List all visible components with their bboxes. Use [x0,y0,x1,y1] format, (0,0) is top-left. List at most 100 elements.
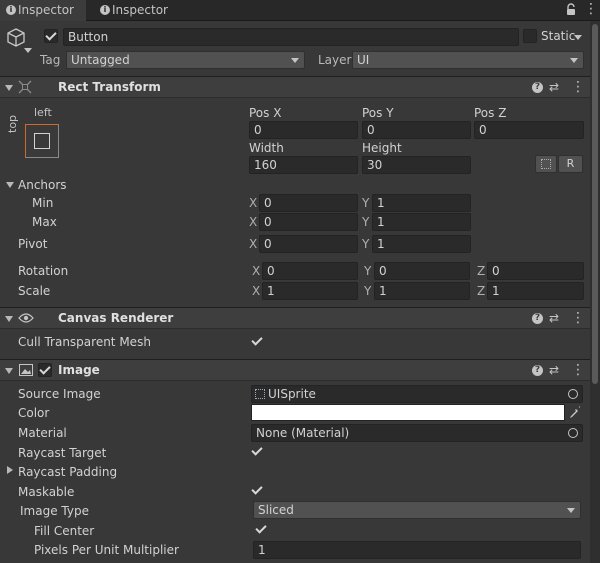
anchor-min-y-field[interactable]: 1 [372,194,471,212]
image-type-dropdown[interactable]: Sliced [253,501,581,519]
fill-center-label: Fill Center [34,524,95,538]
layer-dropdown[interactable]: UI [352,51,584,69]
tab-menu-icon[interactable]: ⋮ [584,0,598,19]
icon-dropdown-arrow[interactable] [24,48,32,53]
help-icon[interactable]: ? [532,82,543,93]
color-swatch[interactable] [251,404,565,421]
foldout-arrow-icon[interactable] [5,368,13,374]
scrollbar-thumb[interactable] [592,24,598,384]
rotation-z-field[interactable]: 0 [487,262,584,280]
blueprint-mode-button[interactable] [535,155,557,173]
component-menu-icon[interactable]: ⋮ [571,308,585,328]
presets-icon[interactable]: ⇄ [549,308,559,328]
maskable-checkbox[interactable] [250,483,264,497]
blueprint-icon [541,159,551,169]
component-menu-icon[interactable]: ⋮ [571,77,585,97]
object-picker-icon[interactable] [568,389,578,399]
pos-x-field[interactable]: 0 [249,121,358,139]
scale-x-field[interactable]: 1 [262,282,358,300]
tab-inspector-2[interactable]: i Inspector [94,0,184,21]
image-header[interactable]: Image ? ⇄ ⋮ [0,359,600,381]
anchor-min-x-axis: X [249,196,258,210]
tab-label: Inspector [18,3,74,17]
material-field[interactable]: None (Material) [251,424,583,442]
pos-x-label: Pos X [249,106,282,120]
scale-z-axis: Z [477,284,486,298]
pos-z-label: Pos Z [474,106,507,120]
foldout-arrow-icon[interactable] [5,316,13,322]
cull-transparent-mesh-checkbox[interactable] [250,334,264,348]
color-label: Color [18,406,50,420]
anchor-preset-button[interactable] [25,124,59,158]
pivot-x-axis: X [249,237,258,251]
active-checkbox[interactable] [44,29,58,43]
anchor-min-y-axis: Y [362,196,370,210]
pivot-label: Pivot [18,237,48,251]
rotation-x-axis: X [252,264,261,278]
rotation-y-field[interactable]: 0 [374,262,470,280]
maskable-label: Maskable [18,485,75,499]
image-type-value: Sliced [258,503,294,517]
source-image-label: Source Image [18,387,101,401]
scale-z-field[interactable]: 1 [487,282,584,300]
image-enabled-checkbox[interactable] [38,363,52,377]
canvas-renderer-title: Canvas Renderer [58,311,174,325]
image-type-label: Image Type [20,504,89,518]
info-icon: i [6,5,16,15]
pivot-x-field[interactable]: 0 [259,235,358,253]
rotation-x-field[interactable]: 0 [262,262,358,280]
raycast-padding-label[interactable]: Raycast Padding [18,465,117,479]
width-label: Width [249,141,284,155]
pivot-y-field[interactable]: 1 [372,235,471,253]
component-menu-icon[interactable]: ⋮ [571,360,585,380]
rotation-z-axis: Z [477,264,486,278]
width-field[interactable]: 160 [249,156,358,174]
tab-inspector-1[interactable]: i Inspector [0,0,86,21]
foldout-arrow-icon[interactable] [5,85,13,91]
static-dropdown-arrow[interactable] [574,35,582,40]
anchors-label[interactable]: Anchors [18,178,67,192]
anchor-min-label: Min [32,196,54,210]
anchor-max-x-field[interactable]: 0 [259,213,358,231]
raycast-target-checkbox[interactable] [250,444,264,458]
scale-x-axis: X [252,284,261,298]
cube-icon [5,27,27,49]
anchor-max-y-field[interactable]: 1 [372,213,471,231]
ppu-multiplier-label: Pixels Per Unit Multiplier [34,543,179,557]
raw-edit-button[interactable]: R [558,155,583,173]
anchor-preset-v-text: top [6,114,19,133]
ppu-multiplier-field[interactable]: 1 [253,541,581,559]
presets-icon[interactable]: ⇄ [549,77,559,97]
chevron-down-icon [567,508,575,513]
fill-center-checkbox[interactable] [254,522,268,536]
chevron-down-icon [570,58,578,63]
object-picker-icon[interactable] [568,428,578,438]
anchor-max-label: Max [32,215,57,229]
material-label: Material [18,426,67,440]
lock-icon[interactable] [566,3,576,17]
anchors-foldout-icon[interactable] [6,182,14,188]
raycast-target-label: Raycast Target [18,446,107,460]
canvas-renderer-header[interactable]: Canvas Renderer ? ⇄ ⋮ [0,307,600,329]
eyedropper-icon[interactable] [569,405,581,419]
static-checkbox[interactable] [523,29,537,43]
help-icon[interactable]: ? [532,365,543,376]
help-icon[interactable]: ? [532,313,543,324]
raycast-padding-foldout-icon[interactable] [7,466,13,474]
gameobject-name-field[interactable]: Button [63,28,519,46]
scale-y-field[interactable]: 1 [374,282,470,300]
tag-dropdown[interactable]: Untagged [66,51,305,69]
source-image-field[interactable]: UISprite [251,385,583,403]
height-field[interactable]: 30 [362,156,471,174]
rect-transform-header[interactable]: Rect Transform ? ⇄ ⋮ [0,76,600,98]
pos-z-field[interactable]: 0 [474,121,584,139]
pos-y-field[interactable]: 0 [362,121,471,139]
cull-transparent-mesh-label: Cull Transparent Mesh [18,335,151,349]
static-label[interactable]: Static [541,29,575,43]
anchor-min-x-field[interactable]: 0 [259,194,358,212]
height-label: Height [362,141,402,155]
presets-icon[interactable]: ⇄ [549,360,559,380]
rect-transform-title: Rect Transform [58,80,161,94]
layer-label: Layer [318,53,352,67]
image-icon [19,364,33,376]
